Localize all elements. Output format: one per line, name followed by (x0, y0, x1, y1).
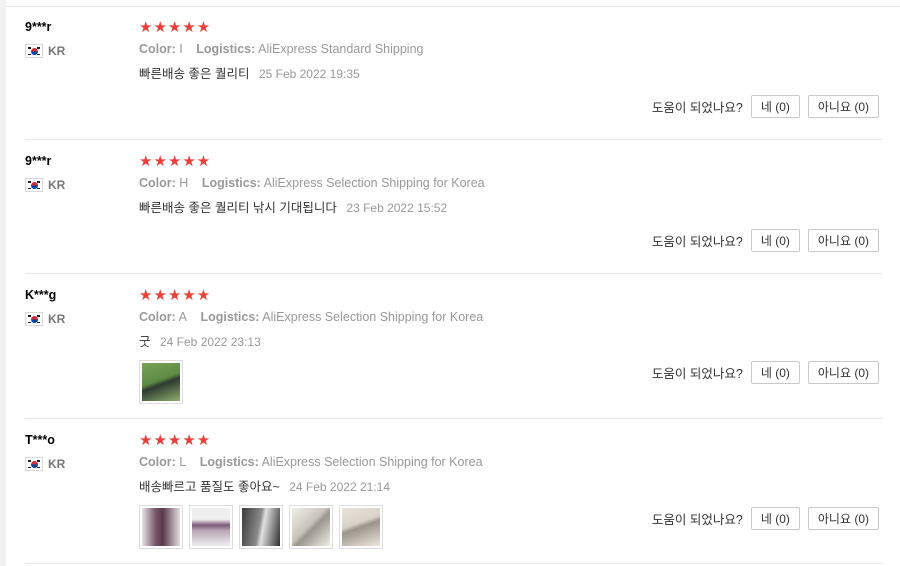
reviewer-name: T***o (25, 433, 55, 447)
reviewer-name: 9***r (25, 154, 52, 168)
photo-image (292, 508, 330, 546)
logistics-key: Logistics: (201, 176, 261, 190)
helpful-vote: 도움이 되었나요? 네 (0) 아니요 (0) (652, 95, 879, 118)
color-value: H (179, 176, 189, 190)
review-date: 25 Feb 2022 19:35 (258, 67, 360, 81)
review-date: 24 Feb 2022 21:14 (289, 480, 390, 494)
star-rating: ★★★★★ (139, 153, 212, 170)
photo-image (192, 508, 230, 546)
helpful-question: 도움이 되었나요? (651, 235, 743, 249)
review-comment: 배송빠르고 품질도 좋아요~ 24 Feb 2022 21:14 (139, 476, 879, 495)
review-content: ★★★★★ Color: A Logistics: AliExpress Sel… (139, 288, 879, 404)
comment-text: 배송빠르고 품질도 좋아요~ (139, 480, 280, 494)
logistics-value: AliExpress Selection Shipping for Korea (263, 176, 485, 190)
helpful-yes-button[interactable]: 네 (0) (750, 95, 800, 118)
review-item: T***o KR ★★★★★ Color: L Logistics: AliEx… (25, 433, 883, 564)
reviewer-country: KR (25, 457, 65, 471)
review-content: ★★★★★ Color: H Logistics: AliExpress Sel… (139, 154, 879, 216)
photo-image (342, 508, 380, 546)
divider (6, 6, 900, 7)
review-meta: Color: H Logistics: AliExpress Selection… (139, 176, 879, 190)
korea-flag-icon (25, 457, 43, 471)
logistics-value: AliExpress Standard Shipping (258, 42, 424, 56)
country-code: KR (48, 457, 66, 471)
color-value: I (179, 42, 183, 56)
star-rating: ★★★★★ (139, 19, 212, 36)
country-code: KR (48, 44, 66, 58)
korea-flag-icon (25, 178, 43, 192)
color-key: Color: (139, 310, 176, 324)
helpful-no-button[interactable]: 아니요 (0) (807, 229, 879, 252)
helpful-question: 도움이 되었나요? (651, 367, 743, 381)
reviews-panel: 9***r KR ★★★★★ Color: I Logistics: AliEx… (0, 0, 900, 566)
logistics-key: Logistics: (200, 310, 260, 324)
photo-image (142, 363, 180, 401)
color-key: Color: (139, 455, 176, 469)
helpful-no-button[interactable]: 아니요 (0) (807, 361, 879, 384)
comment-text: 빠른배송 좋은 퀄리티 낚시 기대됩니다 (139, 201, 337, 215)
review-photo-thumbnail[interactable] (339, 505, 383, 549)
review-photo-thumbnail[interactable] (239, 505, 283, 549)
country-code: KR (48, 178, 66, 192)
helpful-no-button[interactable]: 아니요 (0) (807, 507, 879, 530)
review-item: 9***r KR ★★★★★ Color: I Logistics: AliEx… (25, 20, 883, 140)
star-rating: ★★★★★ (139, 287, 212, 304)
logistics-key: Logistics: (196, 42, 256, 56)
color-key: Color: (139, 176, 176, 190)
logistics-value: AliExpress Selection Shipping for Korea (262, 310, 484, 324)
helpful-vote: 도움이 되었나요? 네 (0) 아니요 (0) (652, 507, 879, 530)
reviewer-country: KR (25, 178, 65, 192)
korea-flag-icon (25, 44, 43, 58)
color-key: Color: (139, 42, 176, 56)
review-date: 23 Feb 2022 15:52 (346, 201, 448, 215)
comment-text: 굿 (139, 335, 151, 349)
review-comment: 빠른배송 좋은 퀄리티 25 Feb 2022 19:35 (139, 63, 879, 82)
review-photo-thumbnail[interactable] (139, 360, 183, 404)
korea-flag-icon (25, 312, 43, 326)
photo-image (242, 508, 280, 546)
review-comment: 빠른배송 좋은 퀄리티 낚시 기대됩니다 23 Feb 2022 15:52 (139, 197, 879, 216)
review-meta: Color: I Logistics: AliExpress Standard … (139, 42, 879, 56)
helpful-vote: 도움이 되었나요? 네 (0) 아니요 (0) (652, 229, 879, 252)
reviewer-country: KR (25, 44, 65, 58)
review-comment: 굿 24 Feb 2022 23:13 (139, 331, 879, 350)
reviewer-country: KR (25, 312, 65, 326)
review-photo-thumbnail[interactable] (189, 505, 233, 549)
helpful-question: 도움이 되었나요? (651, 513, 743, 527)
review-meta: Color: L Logistics: AliExpress Selection… (139, 455, 879, 469)
comment-text: 빠른배송 좋은 퀄리티 (139, 67, 250, 81)
color-value: L (179, 455, 187, 469)
logistics-value: AliExpress Selection Shipping for Korea (261, 455, 483, 469)
helpful-yes-button[interactable]: 네 (0) (750, 229, 800, 252)
review-item: K***g KR ★★★★★ Color: A Logistics: AliEx… (25, 288, 883, 419)
country-code: KR (48, 312, 66, 326)
reviewer-name: K***g (25, 288, 57, 302)
star-rating: ★★★★★ (139, 432, 212, 449)
review-item: 9***r KR ★★★★★ Color: H Logistics: AliEx… (25, 154, 883, 274)
review-content: ★★★★★ Color: L Logistics: AliExpress Sel… (139, 433, 879, 549)
helpful-vote: 도움이 되었나요? 네 (0) 아니요 (0) (652, 361, 879, 384)
review-photo-thumbnail[interactable] (289, 505, 333, 549)
helpful-question: 도움이 되었나요? (651, 101, 743, 115)
photo-image (142, 508, 180, 546)
review-content: ★★★★★ Color: I Logistics: AliExpress Sta… (139, 20, 879, 82)
helpful-yes-button[interactable]: 네 (0) (750, 507, 800, 530)
left-gutter (0, 0, 6, 566)
reviewer-name: 9***r (25, 20, 52, 34)
color-value: A (178, 310, 187, 324)
review-photo-thumbnail[interactable] (139, 505, 183, 549)
review-meta: Color: A Logistics: AliExpress Selection… (139, 310, 879, 324)
helpful-yes-button[interactable]: 네 (0) (750, 361, 800, 384)
helpful-no-button[interactable]: 아니요 (0) (807, 95, 879, 118)
review-date: 24 Feb 2022 23:13 (160, 335, 261, 349)
logistics-key: Logistics: (199, 455, 259, 469)
